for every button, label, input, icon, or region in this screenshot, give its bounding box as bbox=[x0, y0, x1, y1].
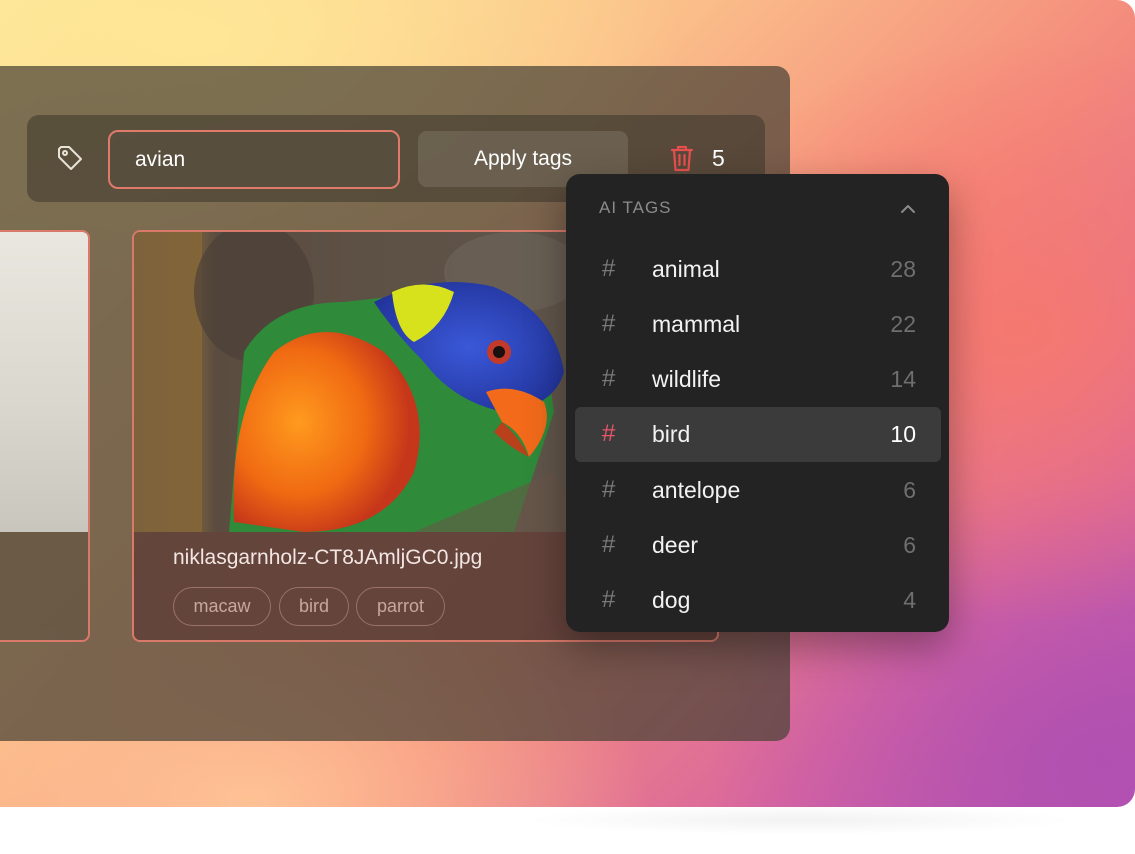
card-thumbnail bbox=[0, 232, 88, 532]
tag-option-label: dog bbox=[652, 587, 691, 613]
card-filename: niklasgarnholz-CT8JAmljGC0.jpg bbox=[173, 546, 483, 569]
hash-icon: # bbox=[602, 586, 616, 613]
tag-option-mammal[interactable]: # mammal 22 bbox=[575, 297, 941, 352]
tag-option-wildlife[interactable]: # wildlife 14 bbox=[575, 352, 941, 407]
dropdown-title: AI TAGS bbox=[599, 198, 672, 217]
gallery-card[interactable] bbox=[0, 230, 90, 642]
hash-icon: # bbox=[602, 420, 616, 447]
hash-icon: # bbox=[602, 531, 616, 558]
tag-chip-bird[interactable]: bird bbox=[279, 587, 349, 626]
tag-option-bird[interactable]: # bird 10 bbox=[575, 407, 941, 462]
tag-icon bbox=[58, 146, 82, 170]
hash-icon: # bbox=[602, 310, 616, 337]
tag-option-label: animal bbox=[652, 256, 720, 282]
tag-chip-parrot[interactable]: parrot bbox=[356, 587, 445, 626]
hash-icon: # bbox=[602, 255, 616, 282]
tag-option-label: antelope bbox=[652, 477, 741, 503]
tag-option-count: 28 bbox=[890, 256, 916, 282]
tag-option-label: wildlife bbox=[652, 366, 722, 392]
chevron-up-icon[interactable] bbox=[898, 199, 918, 219]
selected-count: 5 bbox=[712, 145, 725, 171]
tag-option-count: 14 bbox=[890, 366, 916, 392]
tag-option-antelope[interactable]: # antelope 6 bbox=[575, 463, 941, 518]
tag-option-dog[interactable]: # dog 4 bbox=[575, 573, 941, 628]
tag-option-count: 6 bbox=[903, 532, 916, 558]
tag-option-count: 4 bbox=[903, 587, 916, 613]
tag-option-animal[interactable]: # animal 28 bbox=[575, 242, 941, 297]
tag-option-count: 6 bbox=[903, 477, 916, 503]
trash-icon[interactable] bbox=[669, 144, 695, 172]
hash-icon: # bbox=[602, 476, 616, 503]
hash-icon: # bbox=[602, 365, 616, 392]
tag-option-label: bird bbox=[652, 421, 691, 447]
tag-option-deer[interactable]: # deer 6 bbox=[575, 518, 941, 573]
tag-option-count: 10 bbox=[890, 421, 916, 447]
tag-chip-macaw[interactable]: macaw bbox=[173, 587, 271, 626]
ai-tags-dropdown: AI TAGS # animal 28 # mammal 22 # wildli… bbox=[566, 174, 949, 632]
backdrop-shadow bbox=[520, 805, 1080, 835]
tag-search-input[interactable]: avian bbox=[108, 130, 400, 189]
tag-option-count: 22 bbox=[890, 311, 916, 337]
tag-option-label: deer bbox=[652, 532, 699, 558]
tag-option-label: mammal bbox=[652, 311, 741, 337]
